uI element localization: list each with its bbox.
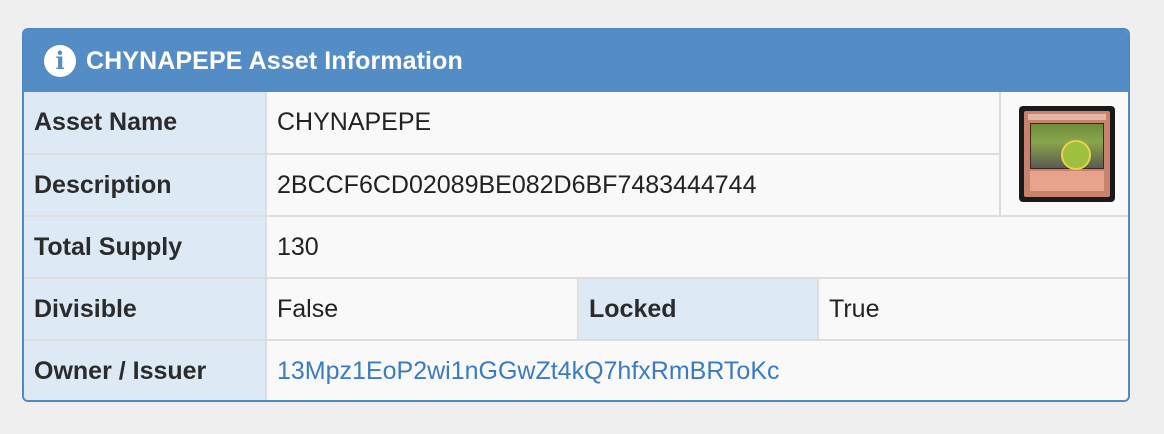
info-icon: i <box>44 45 76 77</box>
asset-name-label: Asset Name <box>24 92 267 155</box>
owner-issuer-cell: 13Mpz1EoP2wi1nGGwZt4kQ7hfxRmBRToKc <box>264 339 1128 400</box>
panel-heading: i CHYNAPEPE Asset Information <box>24 30 1128 92</box>
total-supply-value: 130 <box>264 215 1128 279</box>
total-supply-label: Total Supply <box>24 215 267 279</box>
asset-image-cell <box>999 92 1128 217</box>
description-label: Description <box>24 153 267 217</box>
asset-card-image[interactable] <box>1018 105 1115 202</box>
table-row: Total Supply 130 <box>24 215 1128 279</box>
locked-value: True <box>816 277 1128 341</box>
asset-info-panel: i CHYNAPEPE Asset Information Asset Name… <box>22 28 1130 402</box>
description-value: 2BCCF6CD02089BE082D6BF7483444744 <box>264 153 1001 217</box>
table-row: Owner / Issuer 13Mpz1EoP2wi1nGGwZt4kQ7hf… <box>24 339 1128 400</box>
table-row: Asset Name CHYNAPEPE <box>24 92 1128 217</box>
divisible-label: Divisible <box>24 277 267 341</box>
asset-name-value: CHYNAPEPE <box>264 92 1002 155</box>
divisible-value: False <box>265 277 579 341</box>
asset-info-table: Asset Name CHYNAPEPE Description 2BCCF6C… <box>24 92 1128 400</box>
locked-label: Locked <box>577 277 819 341</box>
owner-issuer-label: Owner / Issuer <box>24 339 267 400</box>
owner-issuer-link[interactable]: 13Mpz1EoP2wi1nGGwZt4kQ7hfxRmBRToKc <box>277 357 780 385</box>
table-row: Description 2BCCF6CD02089BE082D6BF748344… <box>24 153 1128 217</box>
panel-title: CHYNAPEPE Asset Information <box>86 46 463 75</box>
table-row: Divisible False Locked True <box>24 277 1128 341</box>
